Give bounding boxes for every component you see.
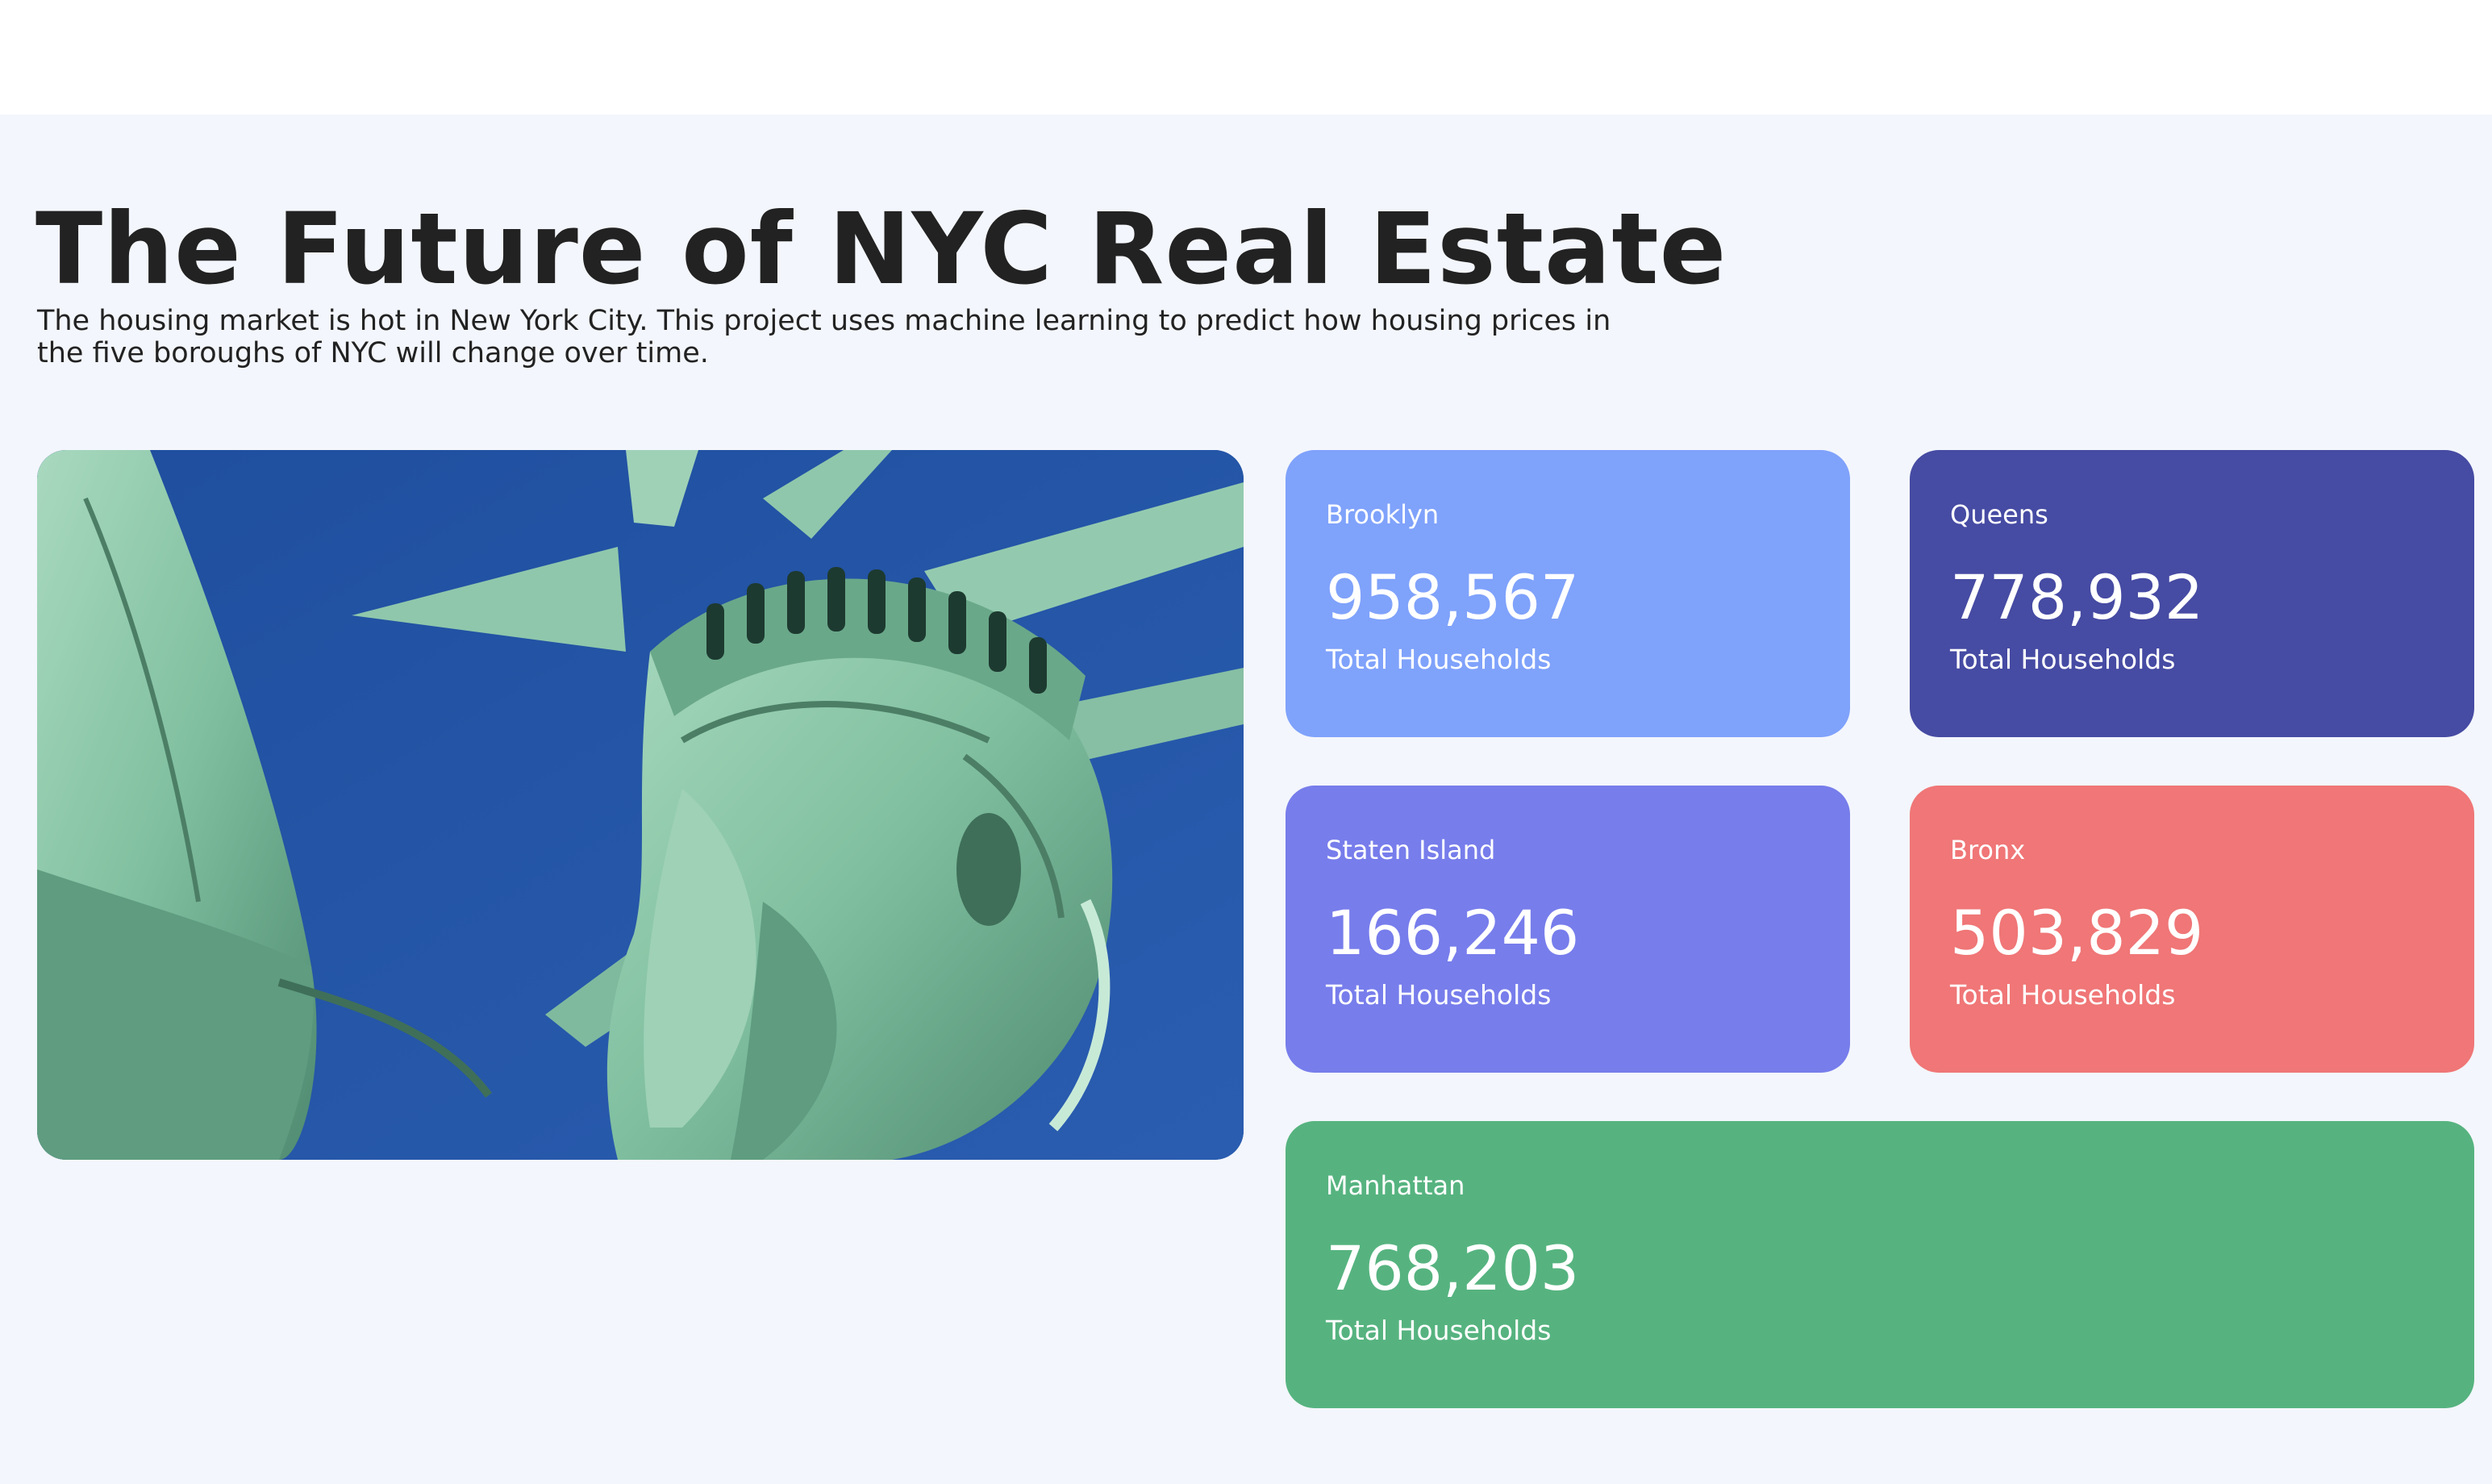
household-caption: Total Households [1950,979,2176,1011]
household-count: 768,203 [1326,1232,1580,1304]
household-count: 778,932 [1950,561,2204,633]
household-caption: Total Households [1326,1315,1552,1346]
statue-of-liberty-image [37,450,1244,1160]
household-caption: Total Households [1950,644,2176,675]
household-count: 166,246 [1326,897,1580,969]
borough-name: Queens [1950,499,2048,530]
borough-name: Staten Island [1326,835,1496,865]
hero-image [37,450,1244,1160]
main-content: The Future of NYC Real Estate The housin… [0,115,2492,1484]
household-caption: Total Households [1326,979,1552,1011]
page-description: The housing market is hot in New York Ci… [37,305,1611,369]
borough-name: Manhattan [1326,1170,1465,1201]
borough-name: Brooklyn [1326,499,1440,530]
page-title: The Future of NYC Real Estate [35,192,1727,306]
household-count: 958,567 [1326,561,1580,633]
borough-name: Bronx [1950,835,2026,865]
borough-card-queens[interactable]: Queens 778,932 Total Households [1910,450,2474,737]
borough-card-brooklyn[interactable]: Brooklyn 958,567 Total Households [1286,450,1850,737]
borough-card-bronx[interactable]: Bronx 503,829 Total Households [1910,786,2474,1073]
household-caption: Total Households [1326,644,1552,675]
borough-card-staten-island[interactable]: Staten Island 166,246 Total Households [1286,786,1850,1073]
household-count: 503,829 [1950,897,2204,969]
top-bar [0,0,2492,115]
borough-card-manhattan[interactable]: Manhattan 768,203 Total Households [1286,1121,2474,1408]
